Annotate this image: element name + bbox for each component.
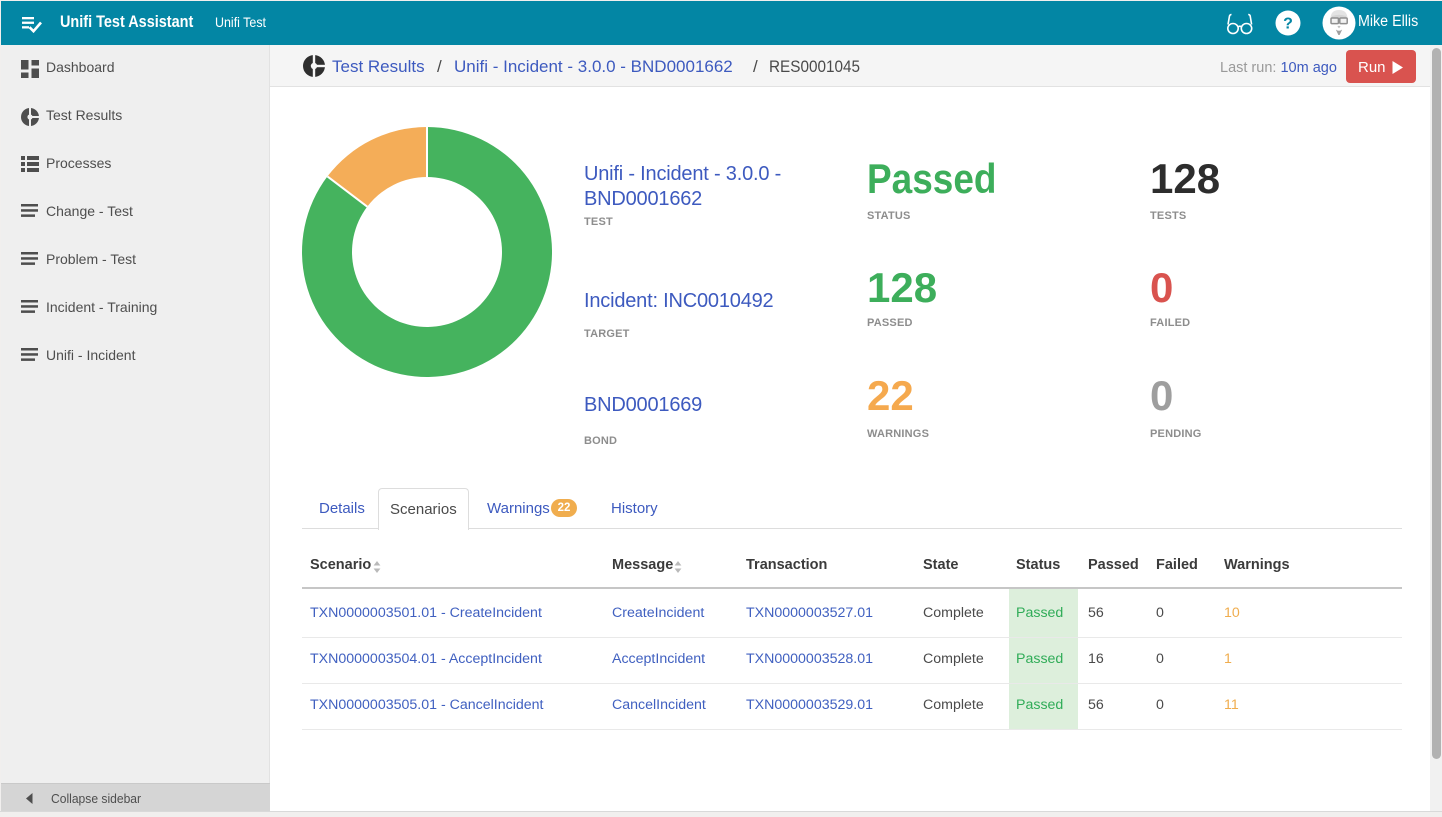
svg-text:?: ? xyxy=(1283,16,1293,33)
